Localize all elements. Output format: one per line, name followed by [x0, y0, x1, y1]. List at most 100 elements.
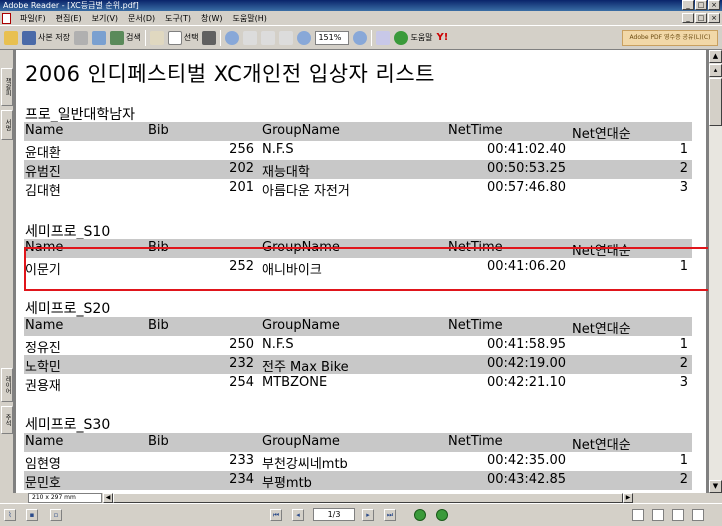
doc-maximize-button[interactable]: □ [695, 13, 707, 23]
paperclip-icon[interactable]: ⌇ [4, 509, 16, 521]
zoom-in-icon[interactable] [225, 30, 240, 45]
adobe-ad-button[interactable]: Adobe PDF 영수증 공유(L)(C) [622, 30, 718, 46]
cell-nettime: 00:41:58.95 [486, 337, 566, 352]
toolbar-separator [371, 29, 373, 46]
help-button[interactable]: 도움말 [394, 30, 433, 45]
single-page-icon[interactable] [632, 509, 644, 521]
document-title: 2006 인디페스티벌 XC개인전 입상자 리스트 [25, 62, 435, 86]
cell-name: 유범진 [25, 165, 61, 180]
cell-group: 전주 Max Bike [262, 360, 349, 375]
tab-comments[interactable]: 주석 [1, 406, 13, 434]
menu-document[interactable]: 문서(D) [123, 13, 160, 24]
column-header-name: Name [25, 318, 64, 333]
zoom-out-icon[interactable] [297, 30, 312, 45]
horizontal-scroll-thumb[interactable] [113, 493, 623, 503]
cell-bib: 201 [229, 180, 254, 195]
tab-layers[interactable]: 레이어 [1, 368, 13, 402]
cell-bib: 202 [229, 161, 254, 176]
cell-group: 부평mtb [262, 476, 312, 491]
column-header-group: GroupName [262, 434, 340, 449]
cell-name: 임현영 [25, 457, 61, 472]
snapshot-icon[interactable] [202, 30, 217, 45]
save-icon[interactable]: ▪ [26, 509, 38, 521]
search-button[interactable]: 검색 [109, 30, 141, 45]
hand-tool-icon[interactable] [149, 30, 164, 45]
maximize-button[interactable]: □ [695, 0, 707, 10]
scroll-up-button[interactable]: ▲ [709, 50, 722, 63]
menu-view[interactable]: 보기(V) [87, 13, 123, 24]
scroll-down-button[interactable]: ▼ [709, 480, 722, 493]
horizontal-scroll-row: 210 x 297 mm ◀ ▶ [0, 493, 722, 503]
cell-rank: 1 [679, 142, 688, 157]
column-header-nettime: NetTime [448, 434, 503, 449]
first-page-button[interactable]: ⏮ [270, 509, 282, 521]
select-label: 선택 [183, 33, 199, 42]
page-number-input[interactable]: 1/3 [313, 508, 355, 521]
minimize-button[interactable]: _ [682, 0, 694, 10]
cell-rank: 2 [679, 356, 688, 371]
floppy-disk-icon [22, 30, 36, 45]
menu-window[interactable]: 창(W) [196, 13, 228, 24]
red-highlight-box [24, 247, 708, 291]
tab-signatures[interactable]: 서명 [1, 110, 13, 140]
column-header-group: GroupName [262, 123, 340, 138]
doc-close-button[interactable]: × [708, 13, 720, 23]
menu-help[interactable]: 도움말(H) [228, 13, 272, 24]
email-icon[interactable] [91, 30, 106, 45]
cell-rank: 1 [679, 453, 688, 468]
table-row: 권용재 254 MTBZONE 00:42:21.10 3 [24, 374, 692, 394]
continuous-page-icon[interactable] [652, 509, 664, 521]
help-label: 도움말 [410, 33, 433, 42]
open-folder-icon[interactable] [4, 30, 18, 45]
cell-nettime: 00:42:21.10 [486, 375, 566, 390]
cell-name: 문민호 [25, 476, 61, 491]
print-icon[interactable] [73, 30, 88, 45]
scroll-right-button[interactable]: ▶ [623, 493, 633, 503]
cell-rank: 1 [679, 337, 688, 352]
menu-file[interactable]: 파일(F) [15, 13, 51, 24]
rotate-view-icon[interactable] [376, 30, 391, 45]
toolbar-separator [220, 29, 222, 46]
column-header-rank: Net연대순 [572, 127, 631, 142]
zoom-level-input[interactable]: 151% [315, 30, 350, 45]
close-button[interactable]: × [708, 0, 720, 10]
menu-edit[interactable]: 편집(E) [51, 13, 87, 24]
menu-tools[interactable]: 도구(T) [160, 13, 196, 24]
scroll-left-button[interactable]: ◀ [103, 493, 113, 503]
toolbar-separator [144, 29, 146, 46]
scroll-page-up-button[interactable]: ▴ [709, 64, 722, 77]
table-header-row: Name Bib GroupName NetTime Net연대순 [24, 433, 692, 453]
cell-bib: 233 [229, 453, 254, 468]
select-tool-button[interactable]: 선택 [167, 30, 199, 45]
left-navigation-tabs: 책갈피 서명 레이어 주석 [0, 50, 14, 493]
fit-page-icon[interactable] [261, 30, 276, 45]
menu-bar: 파일(F) 편집(E) 보기(V) 문서(D) 도구(T) 창(W) 도움말(H… [0, 11, 722, 25]
cell-name: 노학민 [25, 360, 61, 375]
vertical-scrollbar[interactable]: ▲ ▴ ▼ [708, 50, 722, 493]
cell-group: N.F.S [262, 142, 294, 157]
document-icon[interactable]: ▫ [50, 509, 62, 521]
go-back-icon[interactable] [414, 509, 426, 521]
tab-bookmarks[interactable]: 책갈피 [1, 68, 13, 106]
save-copy-button[interactable]: 사본 저장 [22, 30, 70, 45]
last-page-button[interactable]: ⏭ [384, 509, 396, 521]
cell-name: 윤대환 [25, 146, 61, 161]
zoom-plus-icon[interactable] [353, 30, 368, 45]
continuous-facing-icon[interactable] [692, 509, 704, 521]
section-title: 세미프로_S10 [25, 224, 111, 240]
section-title: 세미프로_S30 [25, 417, 111, 433]
document-viewport[interactable]: 2006 인디페스티벌 XC개인전 입상자 리스트 프로_일반대학남자 Name… [14, 50, 708, 493]
yahoo-button[interactable]: Y! [437, 32, 449, 43]
go-forward-icon[interactable] [436, 509, 448, 521]
text-cursor-icon [167, 30, 182, 45]
search-label: 검색 [125, 33, 141, 42]
previous-page-button[interactable]: ◂ [292, 509, 304, 521]
doc-minimize-button[interactable]: _ [682, 13, 694, 23]
cell-name: 김대현 [25, 184, 61, 199]
column-header-group: GroupName [262, 318, 340, 333]
actual-size-icon[interactable] [243, 30, 258, 45]
fit-width-icon[interactable] [279, 30, 294, 45]
scrollbar-thumb[interactable] [709, 78, 722, 126]
next-page-button[interactable]: ▸ [362, 509, 374, 521]
facing-pages-icon[interactable] [672, 509, 684, 521]
